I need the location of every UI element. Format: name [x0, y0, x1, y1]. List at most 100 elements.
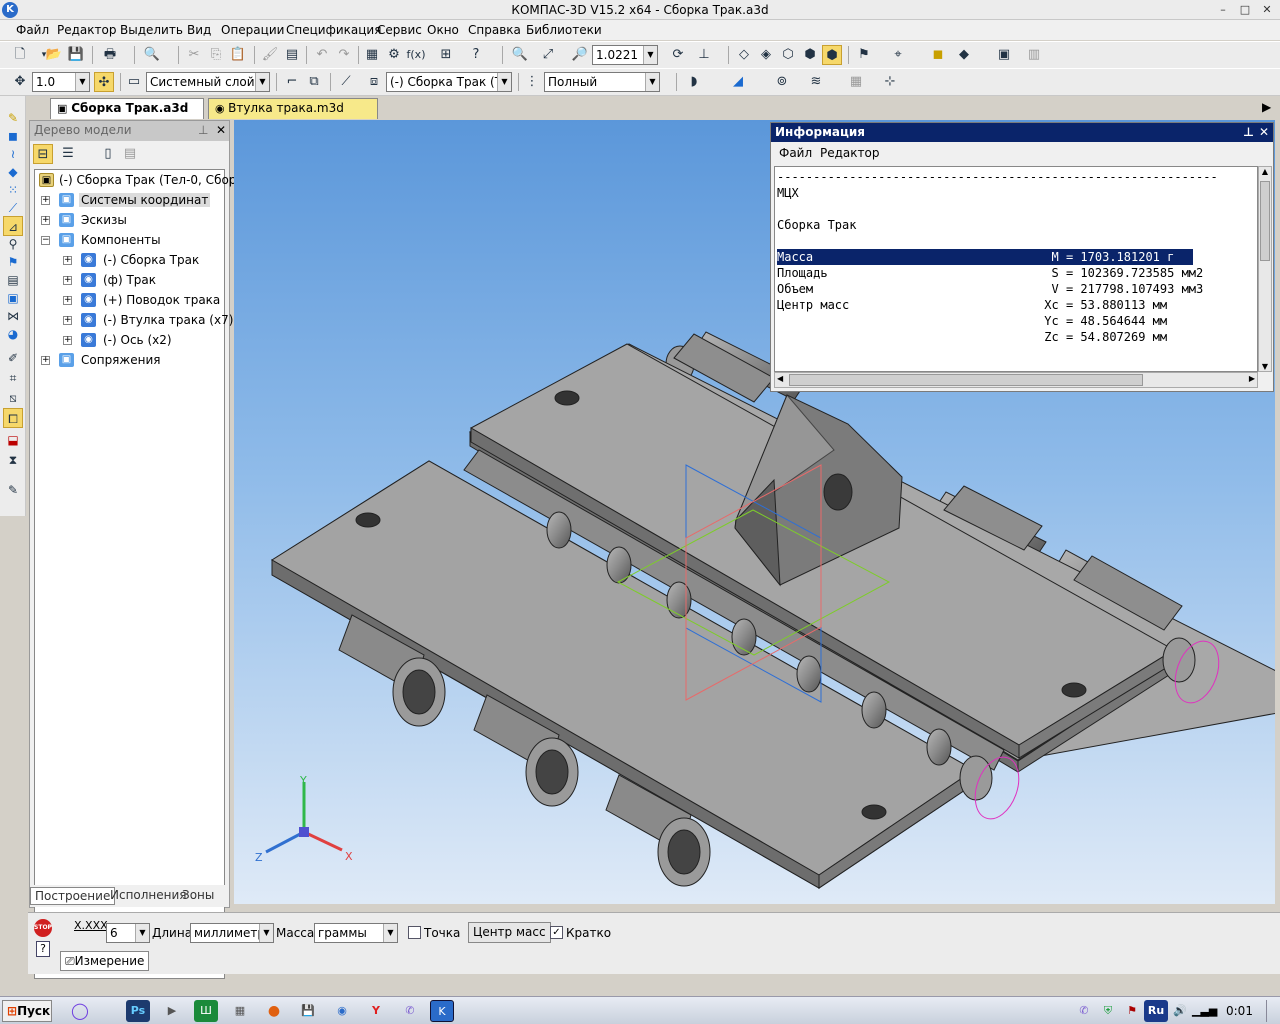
material-icon[interactable]: ◗ — [684, 72, 704, 92]
report-icon[interactable]: ▣ — [3, 288, 23, 308]
hidden-lines-icon[interactable]: ◈ — [756, 45, 776, 65]
tree-view-mode-icon[interactable]: ☰ — [58, 144, 78, 164]
layer-combo[interactable]: Системный слой (0) ▼ — [146, 72, 270, 92]
tray-network-icon[interactable]: ▁▃▅ — [1192, 1000, 1217, 1022]
info-vscrollbar[interactable]: ▲ ▼ — [1258, 166, 1272, 372]
menu-select[interactable]: Выделить — [120, 23, 183, 37]
close-button[interactable]: ✕ — [1258, 2, 1276, 18]
tabs-scroll-right-icon[interactable]: ▶ — [1262, 100, 1271, 114]
help-pointer-icon[interactable]: ? — [466, 45, 486, 65]
point-label[interactable]: Точка — [424, 926, 460, 940]
tools-icon[interactable]: ⊹ — [880, 72, 900, 92]
tree-expander-icon[interactable]: + — [41, 356, 50, 365]
calculator-icon[interactable]: ⊞ — [436, 45, 456, 65]
ortho-icon[interactable]: ✣ — [94, 72, 114, 92]
grid-icon[interactable]: ▦ — [846, 72, 866, 92]
length-units-combo[interactable]: миллиметры ▼ — [190, 923, 274, 943]
tab-zones[interactable]: Зоны — [178, 887, 218, 903]
preview-icon[interactable]: 🔍 — [142, 45, 162, 65]
annotation-icon[interactable]: ✎ — [3, 480, 23, 500]
taskbar-media-icon[interactable]: ▶ — [160, 1000, 184, 1022]
stop-icon[interactable]: STOP — [34, 919, 52, 937]
info-text-area[interactable]: ----------------------------------------… — [774, 166, 1258, 372]
color-icon[interactable]: ◢ — [728, 72, 748, 92]
tray-flag-icon[interactable]: ⚑ — [1120, 1000, 1144, 1022]
tree-structure-icon[interactable]: ⊟ — [33, 144, 53, 164]
mass-dropdown-icon[interactable]: ▼ — [383, 924, 397, 942]
tree-expander-icon[interactable]: + — [63, 256, 72, 265]
tree-expander-icon[interactable]: + — [41, 196, 50, 205]
component-combo[interactable]: (-) Сборка Трак (Тел ▼ — [386, 72, 512, 92]
filter-icon[interactable]: ⚑ — [854, 45, 874, 65]
new-document-icon[interactable]: 🗋 — [10, 45, 30, 65]
brief-checkbox[interactable]: ✓ — [550, 926, 563, 939]
thin-lines-icon[interactable]: ⬡ — [778, 45, 798, 65]
taskbar-alice-icon[interactable]: ◯ — [68, 1000, 92, 1022]
tab-measurement[interactable]: ⎚Измерение — [60, 951, 150, 971]
menu-editor[interactable]: Редактор — [57, 23, 116, 37]
section-icon[interactable]: ⧅ — [3, 388, 23, 408]
menu-help[interactable]: Справка — [468, 23, 521, 37]
zoom-dropdown-icon[interactable]: ▼ — [643, 46, 657, 64]
menu-window[interactable]: Окно — [427, 23, 459, 37]
weld-icon[interactable]: ⬓ — [3, 430, 23, 450]
start-button[interactable]: ⊞Пуск — [2, 1000, 52, 1022]
info-menu-file[interactable]: Файл — [779, 146, 812, 160]
manager-icon[interactable]: ▦ — [362, 45, 382, 65]
menu-operations[interactable]: Операции — [221, 23, 284, 37]
component-dropdown-icon[interactable]: ▼ — [497, 73, 511, 91]
taskbar-yandex-icon[interactable]: Y — [364, 1000, 388, 1022]
cube-icon[interactable]: ◼ — [928, 45, 948, 65]
open-folder-icon[interactable]: 📂 — [44, 45, 64, 65]
tree-close-icon[interactable]: ✕ — [216, 123, 226, 137]
edit-assembly-icon[interactable]: ✎ — [3, 108, 23, 128]
scroll-down-icon[interactable]: ▼ — [1259, 362, 1271, 371]
cursor-step-icon[interactable]: ✥ — [10, 72, 30, 92]
format-painter-icon[interactable]: 🖌 — [260, 45, 280, 65]
dimension-icon[interactable]: ⌗ — [3, 368, 23, 388]
menu-view[interactable]: Вид — [187, 23, 211, 37]
array-icon[interactable]: ⊚ — [772, 72, 792, 92]
tree-report-icon[interactable]: ▤ — [120, 144, 140, 164]
pin-icon[interactable]: ⊥ — [198, 123, 208, 137]
paste-icon[interactable]: 📋 — [228, 45, 248, 65]
brief-label[interactable]: Кратко — [566, 926, 611, 940]
halftone-icon[interactable]: ⬢ — [800, 45, 820, 65]
elements-icon[interactable]: ⋈ — [3, 306, 23, 326]
save-icon[interactable]: 💾 — [66, 45, 86, 65]
show-desktop-button[interactable] — [1266, 1000, 1276, 1022]
tree-expander-icon[interactable]: + — [63, 336, 72, 345]
print-icon[interactable]: 🖶 — [100, 45, 120, 65]
detail-icon[interactable]: ◆ — [954, 45, 974, 65]
taskbar-kompas-icon[interactable]: K — [430, 1000, 454, 1022]
copy-icon[interactable]: ⎘ — [206, 45, 226, 65]
array-tool-icon[interactable]: ⁙ — [3, 180, 23, 200]
library-icon[interactable]: ▣ — [994, 45, 1014, 65]
tree-expander-icon[interactable]: + — [63, 316, 72, 325]
sheet-metal-icon[interactable]: ◕ — [3, 324, 23, 344]
tab-assembly[interactable]: ▣ Сборка Трак.a3d — [50, 98, 204, 119]
scroll-right-icon[interactable]: ▶ — [1249, 374, 1255, 383]
info-close-icon[interactable]: ✕ — [1259, 125, 1269, 139]
diagnostics-icon[interactable]: ⧠ — [3, 408, 23, 428]
info-menu-editor[interactable]: Редактор — [820, 146, 879, 160]
step-dropdown-icon[interactable]: ▼ — [75, 73, 89, 91]
info-pin-icon[interactable]: ⊥ — [1243, 125, 1254, 139]
filter-tool-icon[interactable]: ⚑ — [3, 252, 23, 272]
length-dropdown-icon[interactable]: ▼ — [259, 924, 273, 942]
cut-icon[interactable]: ✂ — [184, 45, 204, 65]
function-icon[interactable]: f(x) — [406, 45, 426, 65]
mates-icon[interactable]: ⚲ — [3, 234, 23, 254]
orientation-icon[interactable]: ⊥ — [694, 45, 714, 65]
info-vscroll-thumb[interactable] — [1260, 181, 1270, 261]
render-mode-dropdown-icon[interactable]: ▼ — [645, 73, 659, 91]
tray-language[interactable]: Ru — [1144, 1000, 1168, 1022]
scroll-up-icon[interactable]: ▲ — [1259, 167, 1271, 176]
add-component-icon[interactable]: ◼ — [3, 126, 23, 146]
undo-icon[interactable]: ↶ — [312, 45, 332, 65]
taskbar-viber-icon[interactable]: ✆ — [398, 1000, 422, 1022]
maximize-button[interactable]: □ — [1236, 2, 1254, 18]
aux-geometry-icon[interactable]: ⟋ — [3, 198, 23, 218]
sketch-icon[interactable]: ✐ — [3, 348, 23, 368]
menu-libraries[interactable]: Библиотеки — [526, 23, 602, 37]
